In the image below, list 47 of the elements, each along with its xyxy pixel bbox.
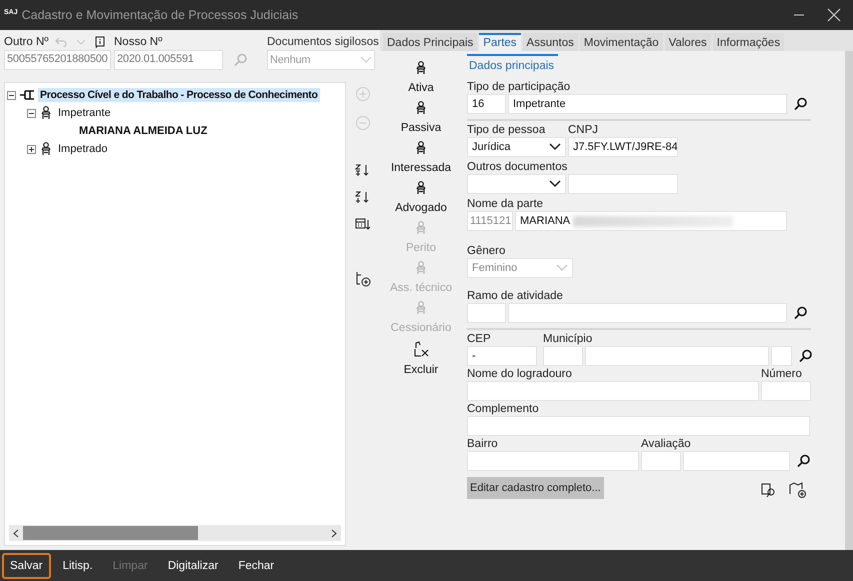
tab[interactable]: Assuntos [522,33,578,51]
input-field[interactable]: 2020.01.005591 [114,50,223,70]
tab[interactable]: Partes [479,33,521,51]
input-field[interactable]: 16 [467,94,506,114]
edit-button[interactable]: Editar cadastro completo... [467,477,604,499]
section-tab[interactable]: Dados principais [467,54,558,72]
party-type-button[interactable]: Interessada [390,141,452,181]
field-label: Nosso Nº [114,36,164,48]
field-label: Tipo de pessoa [467,124,546,136]
input-field[interactable]: - [467,346,537,366]
party-type-button[interactable]: Excluir [404,341,438,381]
field-label: Nome da parte [467,198,544,210]
footer-button[interactable]: Salvar [2,552,51,578]
footer-button[interactable]: Digitalizar [160,552,226,578]
tab[interactable]: Movimentação [580,33,663,51]
field-label: Nome do logradouro [467,368,573,380]
party-type-button[interactable]: Passiva [400,101,442,141]
field-label: Tipo de participação [467,81,572,93]
field-label: Número [761,368,803,380]
input-field[interactable]: 50055765201880500 [4,50,111,70]
window-title: Cadastro e Movimentação de Processos Judiciais [22,8,300,22]
input-field[interactable]: Impetrante [508,94,787,114]
input-field[interactable]: 1115121 [467,211,513,231]
party-type-button[interactable]: Advogado [395,181,447,221]
input-field[interactable]: MARIANA [515,211,787,231]
field-label: Ramo de atividade [467,290,564,302]
field-label: Outro Nº [4,36,48,48]
field-label: Município [543,333,594,345]
field-label: Bairro [467,438,499,450]
field-label: Avaliação [641,438,692,450]
tree-item[interactable]: MARIANA ALMEIDA LUZ [77,124,210,138]
tree-item[interactable]: Impetrante [56,106,113,120]
tab[interactable]: Dados Principais [383,33,478,51]
field-label: CNPJ [568,124,600,136]
tab[interactable]: Informações [712,33,784,51]
dropdown[interactable]: Jurídica [467,137,566,157]
tree-item[interactable]: Processo Cível e do Trabalho - Processo de Conhecimento [38,88,320,102]
tab[interactable]: Valores [664,33,711,51]
party-type-button[interactable]: Ativa [408,61,434,101]
field-label: Gênero [467,245,506,257]
tree-item[interactable]: Impetrado [56,142,110,156]
footer-button[interactable]: Litisp. [54,552,101,578]
field-label: CEP [467,333,492,345]
field-label: Documentos sigilosos [267,36,379,48]
footer-button[interactable]: Fechar [230,552,282,578]
field-label: Complemento [467,403,540,415]
field-label: Outros documentos [467,161,568,173]
